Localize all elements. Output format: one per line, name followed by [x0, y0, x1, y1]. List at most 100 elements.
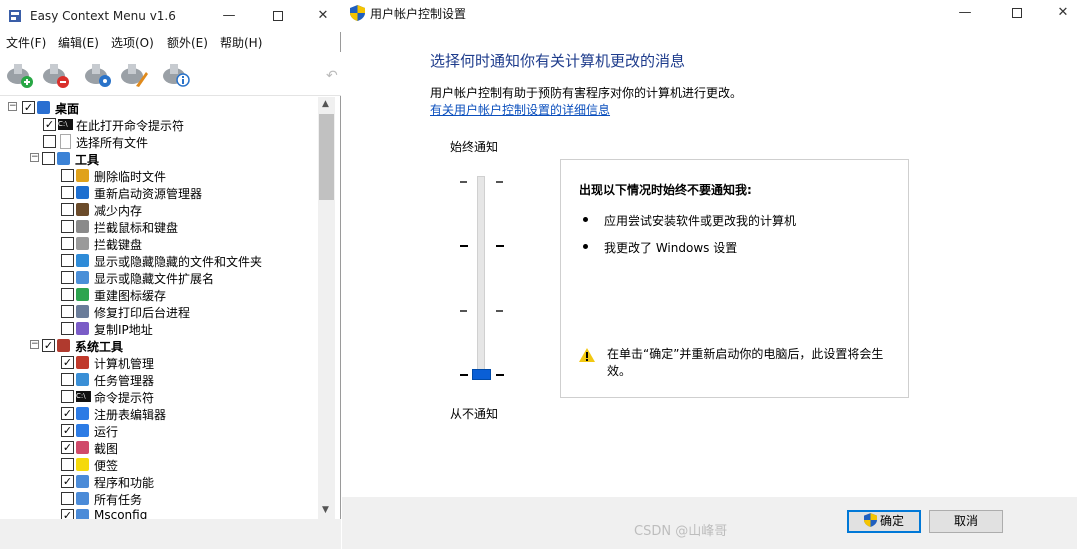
tree-item-label: 截图 [94, 442, 119, 456]
item-checkbox[interactable]: ✓ [61, 356, 74, 369]
item-checkbox[interactable] [61, 169, 74, 182]
ok-label: 确定 [879, 514, 904, 528]
item-checkbox[interactable] [61, 203, 74, 216]
tree-item[interactable]: 便签 [0, 456, 318, 473]
maximize-button[interactable] [255, 0, 301, 32]
tree-item[interactable]: ✓ 程序和功能 [0, 473, 318, 490]
tree-item-label: 复制IP地址 [94, 323, 153, 337]
item-checkbox[interactable] [43, 135, 56, 148]
uac-details-link[interactable]: 有关用户帐户控制设置的详细信息 [430, 101, 610, 118]
item-checkbox[interactable]: ✓ [61, 475, 74, 488]
item-checkbox[interactable] [61, 220, 74, 233]
tree-item[interactable]: 拦截键盘 [0, 235, 318, 252]
warning-text: 在单击“确定”并重新启动你的电脑后，此设置将会生效。 [607, 347, 884, 378]
item-checkbox[interactable]: ✓ [61, 441, 74, 454]
tree-item[interactable]: 减少内存 [0, 201, 318, 218]
computer-manage-icon [76, 356, 89, 369]
item-checkbox[interactable]: ✓ [43, 118, 56, 131]
tree-item[interactable]: 选择所有文件 [0, 133, 318, 150]
item-checkbox[interactable] [61, 373, 74, 386]
item-checkbox[interactable] [61, 492, 74, 505]
menu-options[interactable]: 选项(O) [111, 34, 154, 51]
tree-item[interactable]: 所有任务 [0, 490, 318, 507]
tree-item[interactable]: ✓ C:\ 在此打开命令提示符 [0, 116, 318, 133]
tree-item-label: 显示或隐藏隐藏的文件和文件夹 [94, 255, 263, 269]
item-checkbox[interactable] [61, 458, 74, 471]
tree-item[interactable]: 重建图标缓存 [0, 286, 318, 303]
cancel-button[interactable]: 取消 [929, 510, 1003, 533]
tree-item[interactable]: 任务管理器 [0, 371, 318, 388]
tree-vertical-scrollbar[interactable]: ▲ ▼ [318, 97, 335, 519]
left-window-title: Easy Context Menu v1.6 [30, 9, 176, 23]
sticky-note-icon [76, 458, 89, 471]
menu-edit[interactable]: 编辑(E) [58, 34, 99, 51]
tree-item[interactable]: ✓ Msconfig [0, 507, 318, 519]
item-checkbox[interactable]: ✓ [22, 101, 35, 114]
remove-items-icon[interactable] [40, 58, 72, 90]
expand-collapse-icon[interactable]: − [30, 340, 39, 349]
menu-extra[interactable]: 额外(E) [167, 34, 208, 51]
uac-maximize-button[interactable] [994, 0, 1040, 29]
notification-slider-track[interactable] [477, 176, 485, 380]
scroll-thumb[interactable] [319, 114, 334, 200]
tree-item[interactable]: 显示或隐藏文件扩展名 [0, 269, 318, 286]
uac-minimize-button[interactable]: — [942, 0, 988, 29]
item-checkbox[interactable]: ✓ [61, 424, 74, 437]
item-checkbox[interactable] [61, 271, 74, 284]
easy-context-menu-window: Easy Context Menu v1.6 — ✕ 文件(F) 编辑(E) 选… [0, 0, 341, 549]
hidden-files-icon [76, 254, 89, 267]
tree-item[interactable]: − ✓ 桌面 [0, 99, 318, 116]
tree-item[interactable]: − 工具 [0, 150, 318, 167]
undo-icon[interactable]: ↶ [326, 68, 338, 84]
tree-item-label: 拦截鼠标和键盘 [94, 221, 179, 235]
ok-button[interactable]: 确定 [847, 510, 921, 533]
tree-item-label: 显示或隐藏文件扩展名 [94, 272, 215, 286]
tree-item-label: 所有任务 [94, 493, 143, 507]
menu-file[interactable]: 文件(F) [6, 34, 46, 51]
tree-item[interactable]: ✓ 运行 [0, 422, 318, 439]
scroll-down-icon[interactable]: ▼ [322, 505, 329, 515]
tree-item[interactable]: 显示或隐藏隐藏的文件和文件夹 [0, 252, 318, 269]
tree-item[interactable]: 拦截鼠标和键盘 [0, 218, 318, 235]
item-checkbox[interactable] [61, 254, 74, 267]
uac-close-button[interactable]: ✕ [1040, 0, 1077, 29]
info-icon[interactable] [160, 58, 192, 90]
item-checkbox[interactable] [42, 152, 55, 165]
tree-item-label: 删除临时文件 [94, 170, 167, 184]
scroll-up-icon[interactable]: ▲ [322, 99, 329, 109]
item-checkbox[interactable] [61, 288, 74, 301]
notification-slider-thumb[interactable] [472, 369, 491, 380]
item-checkbox[interactable]: ✓ [61, 407, 74, 420]
item-checkbox[interactable] [61, 390, 74, 403]
item-checkbox[interactable] [61, 322, 74, 335]
add-items-icon[interactable] [4, 58, 36, 90]
tree-item[interactable]: 修复打印后台进程 [0, 303, 318, 320]
programs-icon [76, 475, 89, 488]
cleanup-icon[interactable] [118, 58, 150, 90]
minimize-button[interactable]: — [206, 0, 252, 32]
tree-item[interactable]: ✓ 计算机管理 [0, 354, 318, 371]
uac-window-title: 用户帐户控制设置 [370, 7, 467, 21]
item-checkbox[interactable]: ✓ [42, 339, 55, 352]
tree-item[interactable]: ✓ 注册表编辑器 [0, 405, 318, 422]
tree-item[interactable]: ✓ 截图 [0, 439, 318, 456]
tree-item[interactable]: 重新启动资源管理器 [0, 184, 318, 201]
tree-item[interactable]: 复制IP地址 [0, 320, 318, 337]
expand-collapse-icon[interactable]: − [8, 102, 17, 111]
item-checkbox[interactable] [61, 237, 74, 250]
settings-icon[interactable] [82, 58, 114, 90]
slider-tick [496, 245, 504, 248]
item-checkbox[interactable] [61, 186, 74, 199]
tree-item[interactable]: − ✓ 系统工具 [0, 337, 318, 354]
expand-collapse-icon[interactable]: − [30, 153, 39, 162]
item-checkbox[interactable]: ✓ [61, 509, 74, 519]
menu-help[interactable]: 帮助(H) [220, 34, 262, 51]
context-menu-tree: − ✓ 桌面 ✓ C:\ 在此打开命令提示符 选择所有文件 − 工具删除临时文件 重新启动资源管理… [0, 97, 318, 519]
item-checkbox[interactable] [61, 305, 74, 318]
tree-item[interactable]: 删除临时文件 [0, 167, 318, 184]
slider-tick [460, 374, 468, 376]
close-button[interactable]: ✕ [300, 0, 346, 32]
tree-item[interactable]: C:\ 命令提示符 [0, 388, 318, 405]
printer-icon [76, 305, 89, 318]
uac-shield-icon [350, 5, 365, 21]
